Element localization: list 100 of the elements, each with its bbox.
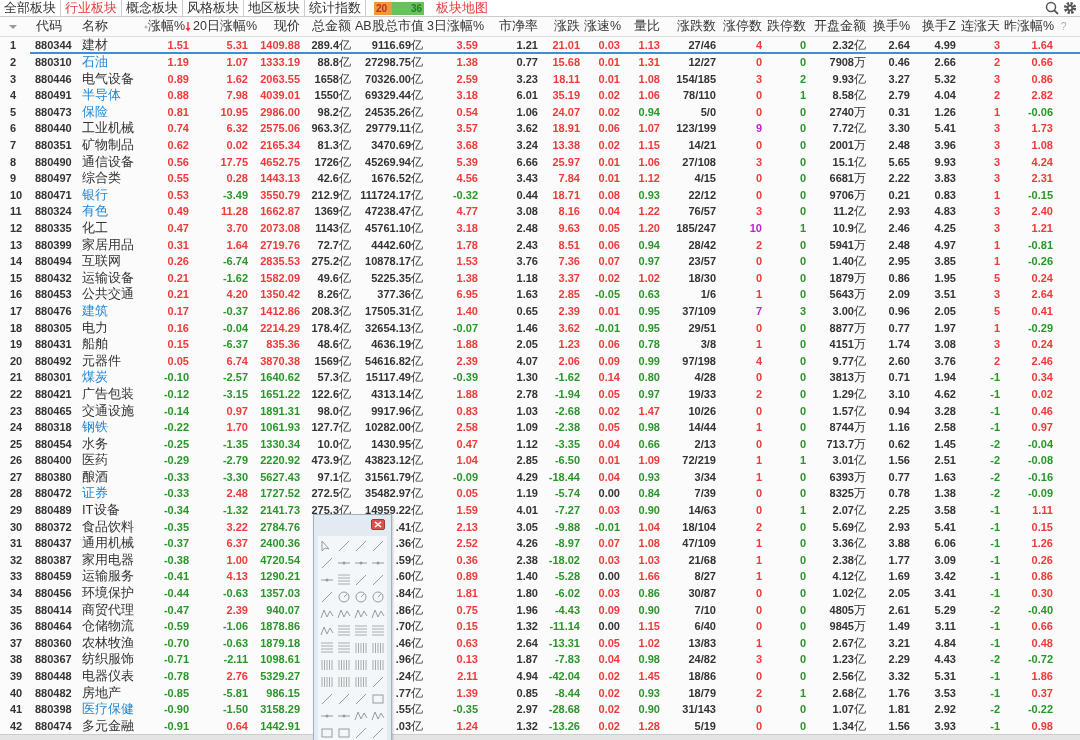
table-cell: -0.90 <box>163 703 189 716</box>
table-cell[interactable]: 水务 <box>80 435 146 452</box>
table-cell[interactable]: 交通设施 <box>80 402 146 419</box>
table-cell: -0.09 <box>452 470 478 483</box>
table-cell: 2784.76 <box>260 520 300 533</box>
column-header[interactable]: 3日涨幅% <box>427 19 485 33</box>
column-header[interactable]: 换手Z <box>922 19 956 33</box>
map-link[interactable]: 板块地图 <box>436 0 488 18</box>
table-cell-text: 880448 <box>34 669 73 684</box>
table-cell: 6.32 <box>226 122 248 135</box>
column-header[interactable]: 现价 <box>274 19 300 33</box>
table-cell[interactable]: 建筑 <box>80 302 146 320</box>
table-cell: 2.48 <box>888 139 910 151</box>
table-cell: -8.97 <box>554 537 580 550</box>
table-cell: -0.14 <box>163 404 189 417</box>
table-cell: 10/26 <box>688 404 716 417</box>
column-header[interactable]: 涨幅% <box>148 19 186 33</box>
column-header[interactable]: 量比 <box>634 19 660 33</box>
table-cell: 0.05 <box>598 421 620 434</box>
table-cell[interactable]: 石油 <box>80 53 146 71</box>
table-cell: 1.32 <box>516 719 538 732</box>
table-cell[interactable]: 船舶 <box>80 335 146 353</box>
column-header[interactable]: 涨跌 <box>554 19 580 33</box>
table-cell[interactable]: 电器仪表 <box>80 667 146 685</box>
table-cell[interactable]: 运输服务 <box>80 568 146 585</box>
table-cell: 42.6亿 <box>317 172 351 185</box>
table-cell[interactable]: 广告包装 <box>80 385 146 403</box>
table-cell[interactable]: 工业机械 <box>80 120 146 137</box>
column-header[interactable]: 换手% <box>872 19 910 33</box>
column-header[interactable]: 涨速% <box>584 19 622 33</box>
column-header[interactable]: 昨涨幅% <box>1004 19 1055 33</box>
table-cell: 0 <box>799 570 806 583</box>
table-cell[interactable]: 建材 <box>80 36 146 54</box>
table-cell[interactable]: 家居用品 <box>80 236 146 253</box>
table-cell[interactable]: 矿物制品 <box>80 136 146 154</box>
table-cell: 6/40 <box>694 620 716 633</box>
table-cell: 1.09 <box>638 454 660 467</box>
table-cell[interactable]: 通信设备 <box>80 153 146 170</box>
table-cell[interactable]: 食品饮料 <box>80 518 146 535</box>
table-cell-text: 880360 <box>34 635 73 651</box>
table-cell[interactable]: 仓储物流 <box>80 617 146 635</box>
table-cell: 0 <box>799 321 806 334</box>
row-number: 38 <box>9 652 24 668</box>
table-cell[interactable]: 商贸代理 <box>80 601 146 618</box>
column-header[interactable]: 涨停数 <box>723 19 762 33</box>
row-number: 32 <box>9 552 24 568</box>
table-cell: 0.02 <box>598 271 620 284</box>
table-cell[interactable]: 化工 <box>80 219 146 237</box>
table-cell[interactable]: 电气设备 <box>80 70 146 87</box>
table-cell[interactable]: 纺织服饰 <box>80 651 146 668</box>
search-icon[interactable] <box>1045 1 1059 15</box>
table-cell[interactable]: 多元金融 <box>80 717 146 735</box>
column-header[interactable]: 20日涨幅% <box>193 19 258 33</box>
caret-icon[interactable] <box>8 23 18 30</box>
table-cell: 0.31 <box>888 105 910 118</box>
table-cell: 31561.79亿 <box>365 470 423 483</box>
table-cell[interactable]: 证券 <box>80 485 146 502</box>
table-cell[interactable]: 医药 <box>80 452 146 469</box>
table-cell[interactable]: 综合类 <box>80 169 146 187</box>
table-cell[interactable]: 元器件 <box>80 352 146 370</box>
table-cell[interactable]: 通用机械 <box>80 534 146 552</box>
table-cell[interactable]: 银行 <box>80 186 146 204</box>
table-cell: 0.24 <box>1031 338 1053 351</box>
table-cell[interactable]: 房地产 <box>80 684 146 701</box>
table-cell[interactable]: 半导体 <box>80 86 146 104</box>
table-cell: 81.3亿 <box>317 139 351 151</box>
table-cell: -5.74 <box>554 487 580 500</box>
table-cell[interactable]: 农林牧渔 <box>80 634 146 652</box>
table-cell: 0.98 <box>1031 719 1053 732</box>
row-number: 1 <box>9 38 18 54</box>
column-header[interactable]: 名称 <box>82 19 108 33</box>
table-cell[interactable]: 电力 <box>80 319 146 336</box>
table-cell: -1 <box>990 686 1000 699</box>
column-header[interactable]: 连涨天 <box>961 19 1000 33</box>
table-cell[interactable]: 家用电器 <box>80 551 146 569</box>
table-cell[interactable]: 保险 <box>80 103 146 121</box>
table-cell[interactable]: 互联网 <box>80 252 146 270</box>
column-header[interactable]: 开盘金额 <box>814 19 866 33</box>
column-header[interactable]: 代码 <box>36 19 62 33</box>
close-button[interactable] <box>371 519 385 530</box>
table-cell[interactable]: 有色 <box>80 203 146 220</box>
column-header[interactable]: AB股总市值 <box>355 19 424 33</box>
table-cell: -0.85 <box>163 686 189 699</box>
table-cell: -4.43 <box>554 603 580 616</box>
table-cell[interactable]: 环境保护 <box>80 584 146 602</box>
table-cell: 8.51 <box>558 238 580 251</box>
table-cell[interactable]: 煤炭 <box>80 369 146 386</box>
column-header[interactable]: 总金额 <box>312 19 351 33</box>
column-header[interactable]: 跌停数 <box>767 19 806 33</box>
table-cell: 2719.76 <box>260 238 300 251</box>
table-cell[interactable]: 酿酒 <box>80 468 146 486</box>
table-cell[interactable]: 运输设备 <box>80 269 146 287</box>
column-header[interactable]: 市净率 <box>499 19 538 33</box>
column-header[interactable]: 涨跌数 <box>677 19 716 33</box>
table-cell: 0.88 <box>167 89 189 102</box>
table-cell[interactable]: IT设备 <box>80 501 146 519</box>
table-cell[interactable]: 钢铁 <box>80 418 146 436</box>
settings-icon[interactable] <box>1063 1 1077 15</box>
table-cell[interactable]: 公共交通 <box>80 286 146 303</box>
table-cell[interactable]: 医疗保健 <box>80 700 146 718</box>
